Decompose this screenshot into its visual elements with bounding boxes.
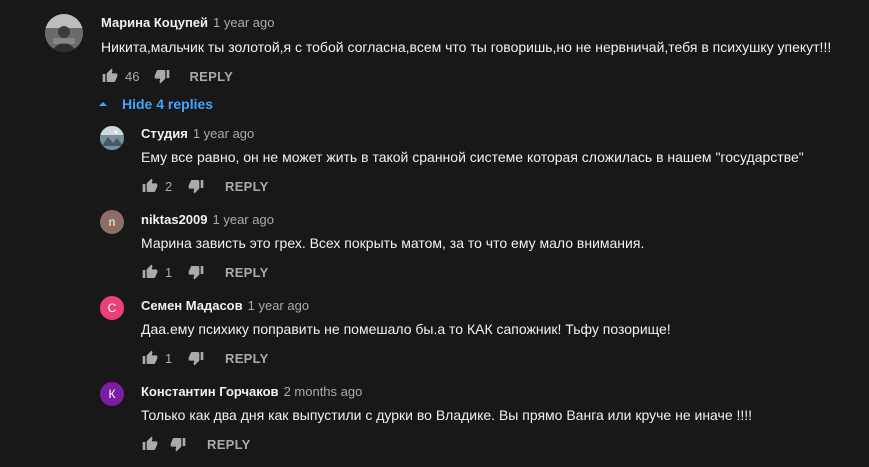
thumbs-down-icon — [170, 438, 186, 452]
timestamp[interactable]: 1 year ago — [213, 15, 274, 30]
like-button[interactable] — [141, 263, 159, 281]
comment-actions: 1 REPLY — [141, 262, 269, 282]
reply-button[interactable]: REPLY — [207, 437, 251, 452]
dislike-button[interactable] — [169, 435, 187, 453]
timestamp[interactable]: 1 year ago — [248, 298, 309, 313]
comment-thread-main: Марина Коцупей 1 year ago Никита,мальчик … — [0, 0, 869, 95]
dislike-button[interactable] — [153, 67, 171, 85]
comment-text: Даа.ему психику поправить не помешало бы… — [141, 321, 671, 337]
thumbs-up-icon — [102, 68, 118, 82]
thumbs-down-icon — [188, 352, 204, 366]
comment-header: Семен Мадасов 1 year ago — [141, 298, 309, 313]
comment-text: Никита,мальчик ты золотой,я с тобой согл… — [101, 39, 832, 55]
thumbs-down-icon — [188, 266, 204, 280]
avatar[interactable]: К — [100, 382, 124, 406]
dislike-button[interactable] — [187, 349, 205, 367]
reply-comment: Студия 1 year ago Ему все равно, он не мо… — [0, 120, 869, 206]
comment-text: Только как два дня как выпустили с дурки… — [141, 407, 753, 423]
like-button[interactable] — [101, 67, 119, 85]
hide-replies-label: Hide 4 replies — [122, 96, 214, 112]
like-button[interactable] — [141, 349, 159, 367]
like-count: 1 — [165, 264, 173, 280]
comment-actions: 46 REPLY — [101, 66, 233, 86]
like-count: 2 — [165, 178, 173, 194]
reply-comment: К Константин Горчаков 2 months ago Только… — [0, 378, 869, 467]
reply-comment: С Семен Мадасов 1 year ago Даа.ему психик… — [0, 292, 869, 378]
reply-comment: n niktas2009 1 year ago Марина зависть эт… — [0, 206, 869, 292]
dislike-button[interactable] — [187, 263, 205, 281]
comment-text: Ему все равно, он не может жить в такой … — [141, 149, 804, 165]
thumbs-up-icon — [142, 264, 158, 278]
like-count: 1 — [165, 350, 173, 366]
avatar[interactable]: С — [100, 296, 124, 320]
avatar-letter: n — [108, 215, 116, 229]
like-count: 46 — [125, 68, 140, 84]
comment-text: Марина зависть это грех. Всех покрыть ма… — [141, 235, 645, 251]
hide-replies-toggle[interactable]: Hide 4 replies — [98, 95, 213, 113]
author-name[interactable]: niktas2009 — [141, 212, 208, 227]
reply-button[interactable]: REPLY — [225, 351, 269, 366]
comment-actions: REPLY — [141, 434, 251, 454]
author-name[interactable]: Семен Мадасов — [141, 298, 243, 313]
avatar-letter: К — [108, 387, 116, 401]
comment-header: niktas2009 1 year ago — [141, 212, 274, 227]
thumbs-up-icon — [142, 178, 158, 192]
comment-actions: 1 REPLY — [141, 348, 269, 368]
thumbs-up-icon — [142, 350, 158, 364]
avatar[interactable] — [45, 14, 83, 52]
avatar-letter: С — [107, 301, 117, 315]
timestamp[interactable]: 2 months ago — [284, 384, 363, 399]
author-name[interactable]: Студия — [141, 126, 188, 141]
thumbs-down-icon — [155, 70, 170, 84]
like-button[interactable] — [141, 177, 159, 195]
reply-button[interactable]: REPLY — [225, 179, 269, 194]
comment-header: Марина Коцупей 1 year ago — [101, 15, 274, 30]
dislike-button[interactable] — [187, 177, 205, 195]
caret-up-icon — [99, 102, 107, 106]
comment-header: Студия 1 year ago — [141, 126, 254, 141]
comment-actions: 2 REPLY — [141, 176, 269, 196]
avatar-photo-icon — [100, 126, 124, 150]
avatar[interactable]: n — [100, 210, 124, 234]
reply-button[interactable]: REPLY — [225, 265, 269, 280]
timestamp[interactable]: 1 year ago — [213, 212, 274, 227]
thumbs-up-icon — [142, 436, 158, 450]
timestamp[interactable]: 1 year ago — [193, 126, 254, 141]
comment-header: Константин Горчаков 2 months ago — [141, 384, 362, 399]
avatar-photo-icon — [45, 14, 83, 52]
like-button[interactable] — [141, 435, 159, 453]
avatar[interactable] — [100, 126, 124, 150]
author-name[interactable]: Константин Горчаков — [141, 384, 279, 399]
reply-button[interactable]: REPLY — [189, 69, 233, 84]
author-name[interactable]: Марина Коцупей — [101, 15, 208, 30]
thumbs-down-icon — [188, 180, 204, 194]
